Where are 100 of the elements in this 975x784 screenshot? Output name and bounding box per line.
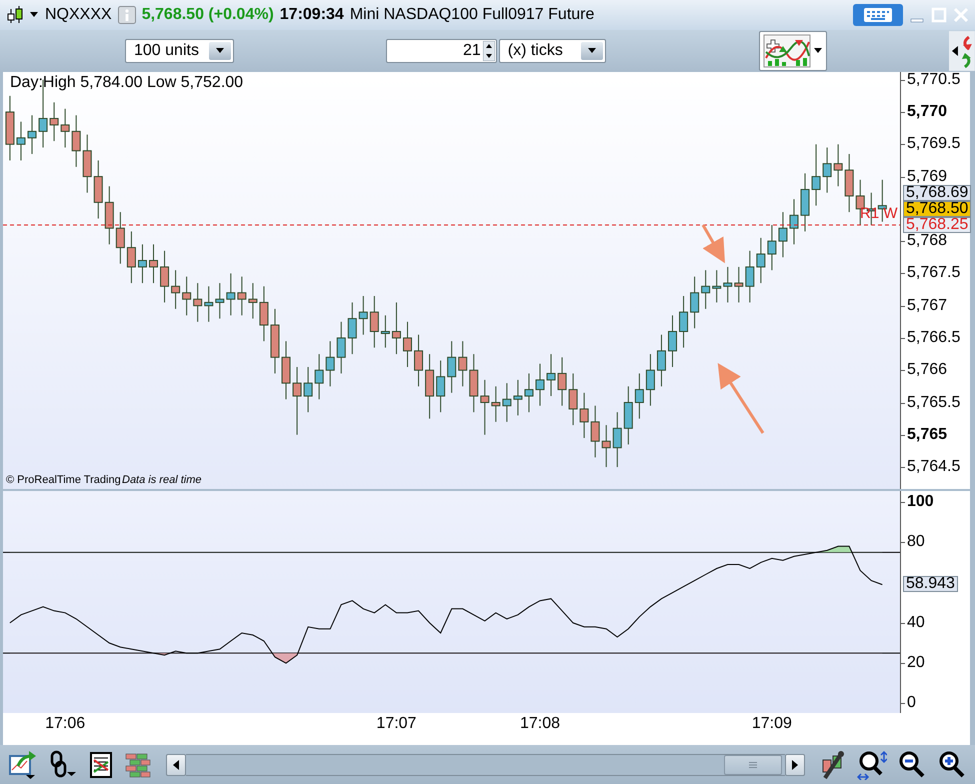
caret-icon bbox=[814, 48, 824, 54]
document-list-icon[interactable] bbox=[88, 750, 114, 778]
candlestick bbox=[138, 244, 147, 284]
zoom-in-icon[interactable] bbox=[937, 750, 967, 780]
level-price-marker: 5,768.25 bbox=[903, 216, 972, 233]
chain-icon[interactable] bbox=[48, 750, 78, 780]
tick-count-field[interactable]: 21 bbox=[386, 39, 497, 63]
candlestick bbox=[392, 302, 401, 355]
candlestick bbox=[734, 266, 744, 303]
candlestick bbox=[458, 340, 468, 387]
candlestick bbox=[248, 282, 258, 320]
candlestick bbox=[171, 270, 180, 310]
candlestick bbox=[204, 286, 214, 322]
candlestick bbox=[182, 276, 192, 316]
candlestick bbox=[546, 354, 556, 397]
candlestick bbox=[536, 363, 544, 406]
last-value-marker: 5,768.69 bbox=[903, 184, 972, 201]
chart-indicators-icon bbox=[763, 34, 812, 68]
candlestick bbox=[348, 302, 357, 355]
candlestick bbox=[358, 295, 368, 336]
candlestick bbox=[292, 366, 302, 436]
candlestick bbox=[326, 340, 335, 387]
candlestick bbox=[558, 356, 567, 406]
price-axis-label: 5,765.5 bbox=[907, 394, 960, 410]
candlestick bbox=[370, 295, 379, 348]
units-dropdown[interactable]: 100 units bbox=[125, 39, 234, 63]
scroll-left-button[interactable] bbox=[166, 754, 186, 776]
data-status-text: Data is real time bbox=[122, 474, 202, 486]
candlestick bbox=[447, 340, 456, 394]
price-axis-label: 5,770.5 bbox=[907, 72, 960, 88]
candlestick bbox=[314, 354, 324, 400]
time-axis-label: 17:08 bbox=[520, 715, 560, 733]
candlestick bbox=[723, 266, 732, 303]
candlestick-icon bbox=[6, 5, 24, 25]
candlestick bbox=[701, 270, 710, 310]
candlestick bbox=[16, 121, 26, 161]
candlestick bbox=[237, 276, 246, 316]
candlestick bbox=[524, 372, 534, 413]
last-price: 5,768.50 (+0.04%) bbox=[142, 6, 274, 24]
candlestick bbox=[656, 334, 666, 387]
candlestick bbox=[778, 212, 788, 258]
candlestick bbox=[160, 250, 170, 303]
indicator-axis-label: 0 bbox=[907, 695, 916, 712]
keyboard-icon bbox=[863, 7, 893, 23]
indicator-axis-label: 80 bbox=[907, 534, 925, 550]
spinner-icon[interactable] bbox=[482, 41, 495, 61]
candlestick bbox=[646, 354, 655, 406]
candlestick bbox=[634, 372, 644, 420]
grip-icon bbox=[748, 760, 758, 768]
refresh-arrows-icon[interactable] bbox=[949, 31, 975, 71]
scrollbar-thumb[interactable] bbox=[724, 754, 782, 774]
instrument-name: Mini NASDAQ100 Full0917 Future bbox=[350, 6, 594, 24]
zoom-out-icon[interactable] bbox=[897, 750, 927, 780]
price-axis-label: 5,769 bbox=[907, 168, 948, 185]
candlestick bbox=[215, 282, 224, 320]
tick-unit-dropdown[interactable]: (x) ticks bbox=[498, 39, 606, 63]
candlestick bbox=[491, 386, 500, 422]
candlestick bbox=[580, 392, 589, 439]
info-icon[interactable] bbox=[118, 6, 136, 24]
scroll-right-button[interactable] bbox=[785, 754, 805, 776]
chart-export-icon[interactable] bbox=[8, 750, 38, 780]
caret-icon bbox=[216, 48, 225, 54]
annotation-arrow bbox=[702, 224, 725, 264]
candlestick bbox=[336, 321, 346, 374]
zoom-fit-icon[interactable] bbox=[857, 750, 887, 780]
price-axis-label: 5,770 bbox=[907, 104, 948, 120]
left-arrow-icon bbox=[173, 760, 179, 770]
candlestick bbox=[148, 244, 158, 284]
price-axis-label: 5,768 bbox=[907, 233, 948, 250]
price-axis-label: 5,766 bbox=[907, 362, 948, 378]
candlestick bbox=[812, 144, 821, 206]
candlestick bbox=[679, 295, 688, 348]
clock-time: 17:09:34 bbox=[280, 6, 344, 24]
price-axis-label: 5,767 bbox=[907, 298, 948, 314]
candlestick bbox=[28, 114, 37, 154]
candlestick bbox=[789, 198, 798, 245]
indicator-axis-label: 100 bbox=[907, 494, 934, 510]
candlestick bbox=[226, 272, 236, 316]
candlestick bbox=[834, 144, 843, 187]
candlestick bbox=[756, 237, 766, 284]
candlestick bbox=[50, 102, 59, 142]
candlestick bbox=[60, 108, 70, 148]
annotation-arrow bbox=[718, 362, 764, 434]
keyboard-button[interactable] bbox=[853, 4, 903, 26]
bricks-icon[interactable] bbox=[124, 750, 152, 778]
price-axis-label: 5,769.5 bbox=[907, 136, 960, 152]
candlestick bbox=[304, 366, 313, 413]
candlestick bbox=[502, 382, 512, 422]
copyright-text: © ProRealTime Trading bbox=[6, 474, 121, 486]
candlestick bbox=[116, 212, 125, 264]
chart-type-button[interactable] bbox=[759, 31, 828, 71]
field-value: 21 bbox=[462, 42, 481, 60]
candlestick bbox=[259, 286, 268, 342]
candlestick bbox=[436, 360, 446, 413]
candlestick bbox=[380, 314, 390, 348]
caret-icon[interactable] bbox=[30, 12, 39, 18]
candlestick bbox=[668, 314, 678, 368]
right-arrow-icon bbox=[792, 760, 798, 770]
candlestick bbox=[480, 379, 490, 436]
time-axis-label: 17:06 bbox=[45, 715, 86, 733]
